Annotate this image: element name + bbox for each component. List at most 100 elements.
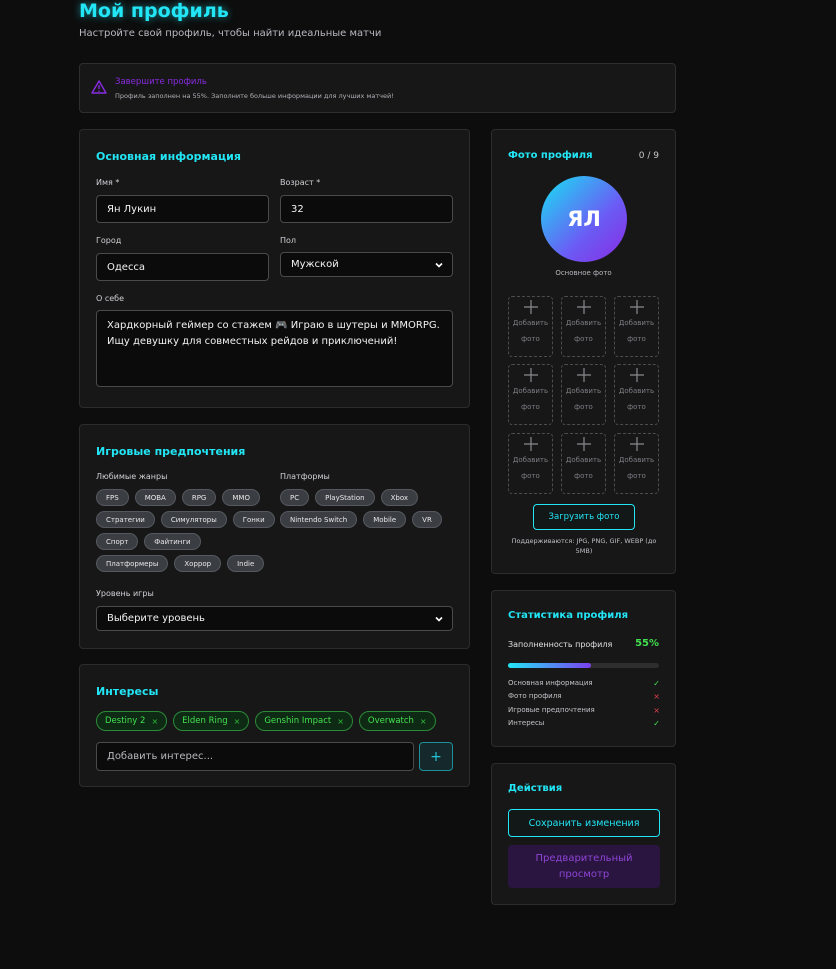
stat-row-basic-info: Основная информация ✓ [508,679,660,688]
stat-row-label: Основная информация [508,679,593,687]
genre-chip[interactable]: Гонки [232,511,275,528]
name-label: Имя * [96,178,120,187]
plus-icon [576,300,591,314]
add-photo-slot[interactable]: Добавить фото [614,433,659,494]
interest-chip: Overwatch × [358,711,436,731]
add-interest-input[interactable]: Добавить интерес... [96,742,414,771]
plus-icon [629,368,644,382]
add-photo-label: Добавить фото [565,387,602,411]
interest-chip: Elden Ring × [173,711,250,731]
add-interest-button[interactable]: + [419,742,453,771]
platform-chip[interactable]: Nintendo Switch [280,511,358,528]
plus-icon [576,437,591,451]
main-photo-label: Основное фото [555,269,612,277]
chevron-down-icon [435,616,443,622]
about-label: О себе [96,294,125,303]
about-textarea[interactable]: Хардкорный геймер со стажем 🎮 Играю в шу… [96,310,453,387]
platform-chip[interactable]: Xbox [380,489,419,506]
genre-chip[interactable]: Симуляторы [160,511,227,528]
add-photo-slot[interactable]: Добавить фото [614,364,659,425]
genre-chip[interactable]: Стратегии [96,511,155,528]
completeness-progress-bar [508,663,659,668]
genre-chip[interactable]: Файтинги [144,533,201,550]
completeness-value: 55% [635,638,659,649]
interest-label: Destiny 2 [105,716,146,726]
plus-icon [629,437,644,451]
city-label: Город [96,236,122,245]
completeness-label: Заполненность профиля [508,640,613,649]
add-photo-slot[interactable]: Добавить фото [508,364,553,425]
actions-title: Действия [508,783,563,794]
genre-chip[interactable]: Спорт [96,533,139,550]
add-photo-label: Добавить фото [565,456,602,480]
gender-select-value: Мужской [291,259,339,270]
platform-chip[interactable]: Mobile [363,511,407,528]
add-photo-label: Добавить фото [618,387,655,411]
interests-card: Интересы Destiny 2 × Elden Ring × Genshin … [79,664,470,787]
remove-interest-icon[interactable]: × [234,717,241,726]
completeness-progress-fill [508,663,592,668]
interest-chip: Destiny 2 × [96,711,168,731]
stat-row-label: Фото профиля [508,692,562,700]
page-title: Мой профиль [79,0,229,22]
plus-icon [523,300,538,314]
platform-chip[interactable]: PlayStation [315,489,375,506]
actions-card: Действия Сохранить изменения Предварител… [491,763,676,905]
add-photo-slot[interactable]: Добавить фото [561,433,606,494]
alert-title: Завершите профиль [115,77,207,87]
city-field[interactable]: Одесса [96,253,269,281]
avatar[interactable]: ЯЛ [541,176,627,262]
gaming-preferences-card: Игровые предпочтения Любимые жанры FPS M… [79,424,470,649]
save-changes-button[interactable]: Сохранить изменения [508,809,660,837]
upload-photo-button[interactable]: Загрузить фото [533,504,635,530]
add-photo-label: Добавить фото [565,319,602,343]
genre-chip[interactable]: FPS [96,489,129,506]
platform-chip[interactable]: PC [280,489,310,506]
age-label: Возраст * [280,178,321,187]
gender-select[interactable]: Мужской [280,252,453,277]
genre-chip[interactable]: MOBA [134,489,176,506]
check-icon: ✓ [653,719,660,728]
add-photo-label: Добавить фото [618,456,655,480]
add-photo-slot[interactable]: Добавить фото [508,433,553,494]
platform-chip[interactable]: VR [412,511,442,528]
add-photo-slot[interactable]: Добавить фото [614,296,659,357]
genre-chip[interactable]: MMO [222,489,260,506]
interest-label: Elden Ring [182,716,228,726]
remove-interest-icon[interactable]: × [420,717,427,726]
add-photo-label: Добавить фото [512,319,549,343]
level-select-value: Выберите уровень [107,613,205,624]
plus-icon [523,437,538,451]
warning-triangle-icon [91,80,107,94]
add-photo-slot[interactable]: Добавить фото [561,296,606,357]
profile-photos-card: Фото профиля 0 / 9 ЯЛ Основное фото Доба… [491,129,676,574]
level-label: Уровень игры [96,589,154,598]
plus-icon [523,368,538,382]
stat-row-interests: Интересы ✓ [508,719,660,728]
profile-stats-card: Статистика профиля Заполненность профиля… [491,590,676,747]
age-field[interactable]: 32 [280,195,453,223]
genre-chip[interactable]: Платформеры [96,555,169,572]
page-subtitle: Настройте свой профиль, чтобы найти идеа… [79,28,382,39]
genre-chip[interactable]: Хоррор [174,555,222,572]
profile-photos-title: Фото профиля [508,150,593,161]
plus-icon [576,368,591,382]
interests-list: Destiny 2 × Elden Ring × Genshin Impact × O… [96,711,456,731]
alert-text: Профиль заполнен на 55%. Заполните больш… [115,92,394,100]
add-photo-slot[interactable]: Добавить фото [561,364,606,425]
profile-stats-title: Статистика профиля [508,610,629,621]
interests-title: Интересы [96,685,159,698]
remove-interest-icon[interactable]: × [337,717,344,726]
preview-button[interactable]: Предварительный просмотр [508,845,660,888]
level-select[interactable]: Выберите уровень [96,606,453,631]
add-photo-label: Добавить фото [618,319,655,343]
name-field[interactable]: Ян Лукин [96,195,269,223]
plus-icon [629,300,644,314]
interest-chip: Genshin Impact × [255,711,353,731]
chevron-down-icon [435,262,443,268]
genre-chip[interactable]: RPG [181,489,217,506]
remove-interest-icon[interactable]: × [151,717,158,726]
profile-alert: Завершите профиль Профиль заполнен на 55… [79,63,676,113]
add-photo-slot[interactable]: Добавить фото [508,296,553,357]
genre-chip[interactable]: Indie [227,555,265,572]
